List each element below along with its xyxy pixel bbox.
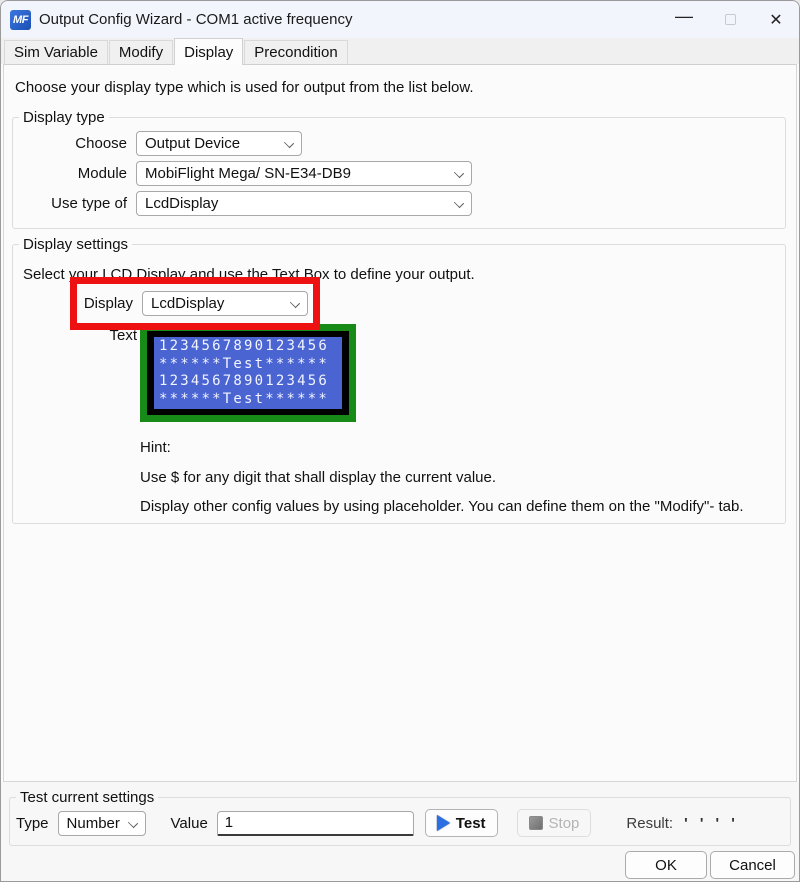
- choose-label: Choose: [13, 135, 136, 152]
- maximize-icon: [725, 14, 736, 25]
- lcd-line: 1234567890123456: [159, 338, 337, 356]
- lcd-preview[interactable]: 1234567890123456******Test******12345678…: [140, 324, 356, 422]
- minimize-button[interactable]: —: [661, 1, 707, 38]
- lcd-line: ******Test******: [159, 391, 337, 409]
- tab-precondition[interactable]: Precondition: [244, 40, 347, 65]
- test-settings-group-title: Test current settings: [16, 789, 158, 806]
- value-label: Value: [171, 815, 208, 832]
- display-value: LcdDisplay: [151, 295, 284, 312]
- chevron-down-icon: [454, 199, 463, 208]
- bottom-bar: Test current settings Type Number Value …: [1, 782, 799, 882]
- hint-title: Hint:: [140, 439, 171, 456]
- maximize-button: [707, 1, 753, 38]
- chevron-down-icon: [290, 299, 299, 308]
- app-icon-text: MF: [13, 14, 28, 26]
- window-controls: — ✕: [661, 1, 799, 38]
- cancel-button[interactable]: Cancel: [710, 851, 795, 879]
- hint-line-1: Use $ for any digit that shall display t…: [140, 469, 496, 486]
- value-input[interactable]: [217, 811, 414, 836]
- result-value: ' ' ' ': [684, 815, 739, 832]
- window-title: Output Config Wizard - COM1 active frequ…: [39, 11, 661, 28]
- chevron-down-icon: [128, 819, 137, 828]
- close-icon: ✕: [769, 10, 782, 30]
- module-label: Module: [13, 165, 136, 182]
- module-select[interactable]: MobiFlight Mega/ SN-E34-DB9: [136, 161, 472, 186]
- display-type-group-title: Display type: [19, 109, 109, 126]
- chevron-down-icon: [284, 139, 293, 148]
- choose-select[interactable]: Output Device: [136, 131, 302, 156]
- test-button[interactable]: Test: [425, 809, 498, 837]
- ok-button-label: OK: [655, 857, 677, 874]
- minimize-icon: —: [675, 6, 693, 27]
- lcd-line: ******Test******: [159, 356, 337, 374]
- test-button-label: Test: [456, 815, 486, 832]
- tab-modify[interactable]: Modify: [109, 40, 173, 65]
- lcd-screen: 1234567890123456******Test******12345678…: [154, 337, 342, 409]
- hint-line-2: Display other config values by using pla…: [140, 498, 744, 515]
- red-highlight-box: Display LcdDisplay: [70, 277, 320, 330]
- use-type-select[interactable]: LcdDisplay: [136, 191, 472, 216]
- test-settings-group: Test current settings Type Number Value …: [9, 789, 791, 846]
- test-row: Type Number Value Test Stop Result: ' ' …: [10, 806, 790, 837]
- type-select[interactable]: Number: [58, 811, 146, 836]
- ok-button[interactable]: OK: [625, 851, 707, 879]
- display-type-group: Display type Choose Output Device Module…: [12, 109, 786, 229]
- result-label: Result:: [626, 815, 673, 832]
- titlebar: MF Output Config Wizard - COM1 active fr…: [1, 1, 799, 38]
- type-value: Number: [67, 815, 122, 832]
- choose-row: Choose Output Device: [13, 131, 785, 156]
- stop-button: Stop: [517, 809, 592, 837]
- stop-icon: [529, 816, 543, 830]
- choose-value: Output Device: [145, 135, 278, 152]
- display-select[interactable]: LcdDisplay: [142, 291, 308, 316]
- display-label: Display: [82, 295, 142, 312]
- chevron-down-icon: [454, 169, 463, 178]
- stop-button-label: Stop: [549, 815, 580, 832]
- tab-strip: Sim Variable Modify Display Precondition: [1, 38, 799, 64]
- mobiflight-app-icon: MF: [10, 10, 31, 30]
- tab-sim-variable[interactable]: Sim Variable: [4, 40, 108, 65]
- use-type-label: Use type of: [13, 195, 136, 212]
- use-type-row: Use type of LcdDisplay: [13, 191, 785, 216]
- cancel-button-label: Cancel: [729, 857, 776, 874]
- type-label: Type: [16, 815, 49, 832]
- module-row: Module MobiFlight Mega/ SN-E34-DB9: [13, 161, 785, 186]
- display-row: Display LcdDisplay: [77, 291, 313, 316]
- play-icon: [437, 815, 450, 831]
- module-value: MobiFlight Mega/ SN-E34-DB9: [145, 165, 448, 182]
- display-settings-group-title: Display settings: [19, 236, 132, 253]
- intro-text: Choose your display type which is used f…: [15, 79, 474, 96]
- close-button[interactable]: ✕: [753, 1, 799, 38]
- display-tab-page: Choose your display type which is used f…: [3, 64, 797, 782]
- lcd-line: 1234567890123456: [159, 373, 337, 391]
- use-type-value: LcdDisplay: [145, 195, 448, 212]
- output-config-wizard-window: MF Output Config Wizard - COM1 active fr…: [0, 0, 800, 882]
- tab-display[interactable]: Display: [174, 38, 243, 65]
